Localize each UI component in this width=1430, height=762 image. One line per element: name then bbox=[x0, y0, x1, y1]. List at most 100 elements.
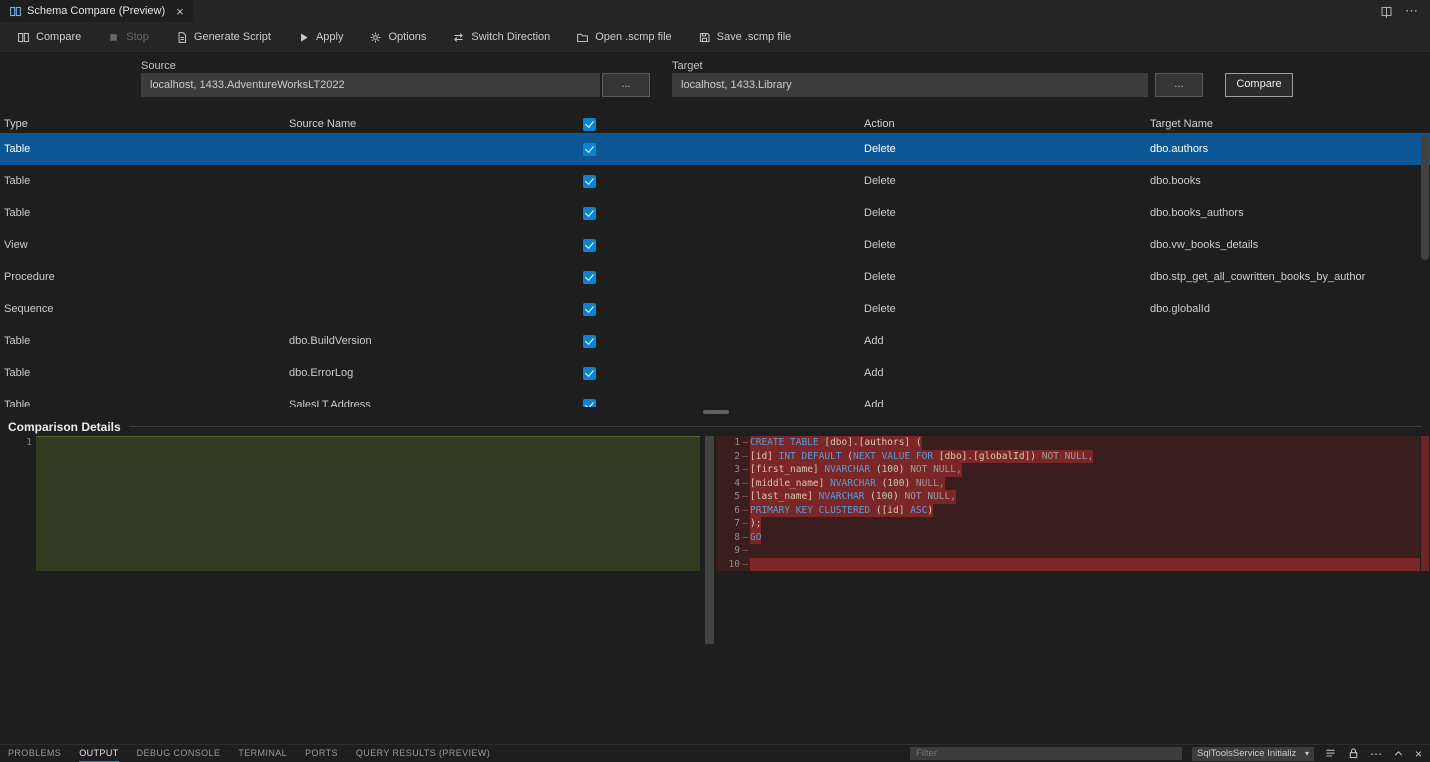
token-punc: ) bbox=[899, 464, 910, 475]
row-checkbox[interactable] bbox=[583, 303, 596, 316]
cell-target-name: dbo.books bbox=[1146, 175, 1430, 187]
table-row[interactable]: TableDeletedbo.authors bbox=[0, 133, 1430, 165]
cell-action: Delete bbox=[860, 239, 1146, 251]
clear-output-icon[interactable] bbox=[1324, 747, 1337, 760]
deleted-line-sign: – bbox=[740, 504, 750, 518]
cell-include bbox=[575, 367, 603, 380]
compare-button[interactable]: Compare bbox=[4, 22, 94, 52]
column-header-type[interactable]: Type bbox=[0, 118, 285, 130]
deleted-line-sign: – bbox=[740, 558, 750, 572]
table-row[interactable]: ProcedureDeletedbo.stp_get_all_cowritten… bbox=[0, 261, 1430, 293]
row-checkbox[interactable] bbox=[583, 207, 596, 220]
cell-target-name: dbo.stp_get_all_cowritten_books_by_autho… bbox=[1146, 271, 1430, 283]
token-dim: NOT NULL, bbox=[1042, 451, 1093, 462]
compare-button[interactable]: Compare bbox=[1225, 73, 1293, 97]
open-scmp-button[interactable]: Open .scmp file bbox=[563, 22, 684, 52]
options-button[interactable]: Options bbox=[356, 22, 439, 52]
schema-compare-icon bbox=[9, 5, 22, 18]
table-row[interactable]: Tabledbo.ErrorLogAdd bbox=[0, 357, 1430, 389]
table-row[interactable]: Tabledbo.BuildVersionAdd bbox=[0, 325, 1430, 357]
panel-tab-output[interactable]: OUTPUT bbox=[79, 745, 118, 762]
table-row[interactable]: ViewDeletedbo.vw_books_details bbox=[0, 229, 1430, 261]
panel-splitter[interactable] bbox=[0, 407, 1430, 417]
tab-schema-compare[interactable]: Schema Compare (Preview) × bbox=[0, 0, 194, 22]
code-line: 9– bbox=[716, 544, 1420, 558]
deleted-chars: [first_name] NVARCHAR (100) NOT NULL, bbox=[750, 463, 962, 477]
select-all-checkbox[interactable] bbox=[583, 118, 596, 131]
source-browse-button[interactable]: ... bbox=[602, 73, 650, 97]
line-content: [middle_name] NVARCHAR (100) NULL, bbox=[750, 477, 1420, 491]
switch-direction-button[interactable]: Switch Direction bbox=[439, 22, 563, 52]
cell-action: Delete bbox=[860, 175, 1146, 187]
code-line: 6–PRIMARY KEY CLUSTERED ([id] ASC) bbox=[716, 504, 1420, 518]
token-id: [middle_name] bbox=[750, 478, 830, 489]
cell-include bbox=[575, 239, 603, 252]
line-number: 4 bbox=[716, 477, 740, 491]
column-header-source-name[interactable]: Source Name bbox=[285, 118, 575, 130]
target-label: Target bbox=[672, 60, 703, 72]
token-kw: NVARCHAR bbox=[830, 478, 881, 489]
cell-source-name: SalesLT.Address bbox=[285, 399, 575, 407]
close-panel-icon[interactable]: × bbox=[1415, 748, 1422, 760]
output-filter-input[interactable] bbox=[910, 747, 1182, 760]
row-checkbox[interactable] bbox=[583, 239, 596, 252]
generate-script-icon bbox=[175, 31, 188, 44]
target-input[interactable] bbox=[672, 73, 1148, 97]
stop-button: Stop bbox=[94, 22, 162, 52]
apply-button[interactable]: Apply bbox=[284, 22, 357, 52]
comparison-title-row: Comparison Details bbox=[0, 417, 1430, 436]
diff-overview-ruler[interactable] bbox=[1420, 436, 1430, 744]
switch-direction-icon bbox=[452, 31, 465, 44]
row-checkbox[interactable] bbox=[583, 175, 596, 188]
connection-bar: Source ... Target ... Compare bbox=[0, 53, 1430, 115]
panel-tab-terminal[interactable]: TERMINAL bbox=[238, 745, 287, 762]
toolbar-label: Stop bbox=[126, 31, 149, 43]
generate-script-button[interactable]: Generate Script bbox=[162, 22, 284, 52]
close-icon[interactable]: × bbox=[176, 5, 184, 18]
source-input[interactable] bbox=[141, 73, 600, 97]
toolbar-label: Switch Direction bbox=[471, 31, 550, 43]
panel-tab-query-results-preview[interactable]: QUERY RESULTS (PREVIEW) bbox=[356, 745, 490, 762]
table-row[interactable]: TableDeletedbo.books bbox=[0, 165, 1430, 197]
panel-tab-debug-console[interactable]: DEBUG CONSOLE bbox=[137, 745, 221, 762]
save-scmp-button[interactable]: Save .scmp file bbox=[685, 22, 805, 52]
cell-target-name: dbo.authors bbox=[1146, 143, 1430, 155]
row-checkbox[interactable] bbox=[583, 399, 596, 408]
panel-more-actions-icon[interactable]: ⋯ bbox=[1370, 748, 1382, 760]
target-browse-button[interactable]: ... bbox=[1155, 73, 1203, 97]
table-row[interactable]: SequenceDeletedbo.globalId bbox=[0, 293, 1430, 325]
column-header-target-name[interactable]: Target Name bbox=[1146, 118, 1430, 130]
line-content: PRIMARY KEY CLUSTERED ([id] ASC) bbox=[750, 504, 1420, 518]
more-actions-icon[interactable]: ⋯ bbox=[1405, 3, 1418, 19]
output-channel-select[interactable]: SqlToolsService Initializ ▾ bbox=[1192, 747, 1314, 761]
diff-left-scrollbar-thumb[interactable] bbox=[705, 436, 714, 644]
panel-tab-ports[interactable]: PORTS bbox=[305, 745, 338, 762]
table-row[interactable]: TableSalesLT.AddressAdd bbox=[0, 389, 1430, 407]
row-checkbox[interactable] bbox=[583, 335, 596, 348]
row-checkbox[interactable] bbox=[583, 367, 596, 380]
row-checkbox[interactable] bbox=[583, 143, 596, 156]
row-checkbox[interactable] bbox=[583, 271, 596, 284]
diff-left-pane[interactable]: 1 bbox=[8, 436, 703, 744]
maximize-panel-icon[interactable] bbox=[1392, 747, 1405, 760]
token-punc: ); bbox=[750, 518, 761, 529]
deleted-line-sign: – bbox=[740, 490, 750, 504]
insert-block bbox=[36, 436, 700, 571]
code-line: 7–); bbox=[716, 517, 1420, 531]
lock-icon[interactable] bbox=[1347, 747, 1360, 760]
panel-tab-problems[interactable]: PROBLEMS bbox=[8, 745, 61, 762]
editor-tab-bar: Schema Compare (Preview) × ⋯ bbox=[0, 0, 1430, 22]
code-line: 10– bbox=[716, 558, 1420, 572]
line-number: 7 bbox=[716, 517, 740, 531]
results-table: Type Source Name Action Target Name Tabl… bbox=[0, 115, 1430, 407]
diff-right-pane[interactable]: 1–CREATE TABLE [dbo].[authors] (2–[id] I… bbox=[716, 436, 1420, 744]
toolbar-label: Open .scmp file bbox=[595, 31, 671, 43]
code-line: 5–[last_name] NVARCHAR (100) NOT NULL, bbox=[716, 490, 1420, 504]
results-scrollbar[interactable] bbox=[1421, 135, 1429, 260]
split-editor-icon[interactable] bbox=[1380, 5, 1393, 18]
column-header-action[interactable]: Action bbox=[860, 118, 1146, 130]
open-file-icon bbox=[576, 31, 589, 44]
splitter-grip-icon[interactable] bbox=[703, 410, 729, 414]
table-row[interactable]: TableDeletedbo.books_authors bbox=[0, 197, 1430, 229]
toolbar-label: Apply bbox=[316, 31, 344, 43]
